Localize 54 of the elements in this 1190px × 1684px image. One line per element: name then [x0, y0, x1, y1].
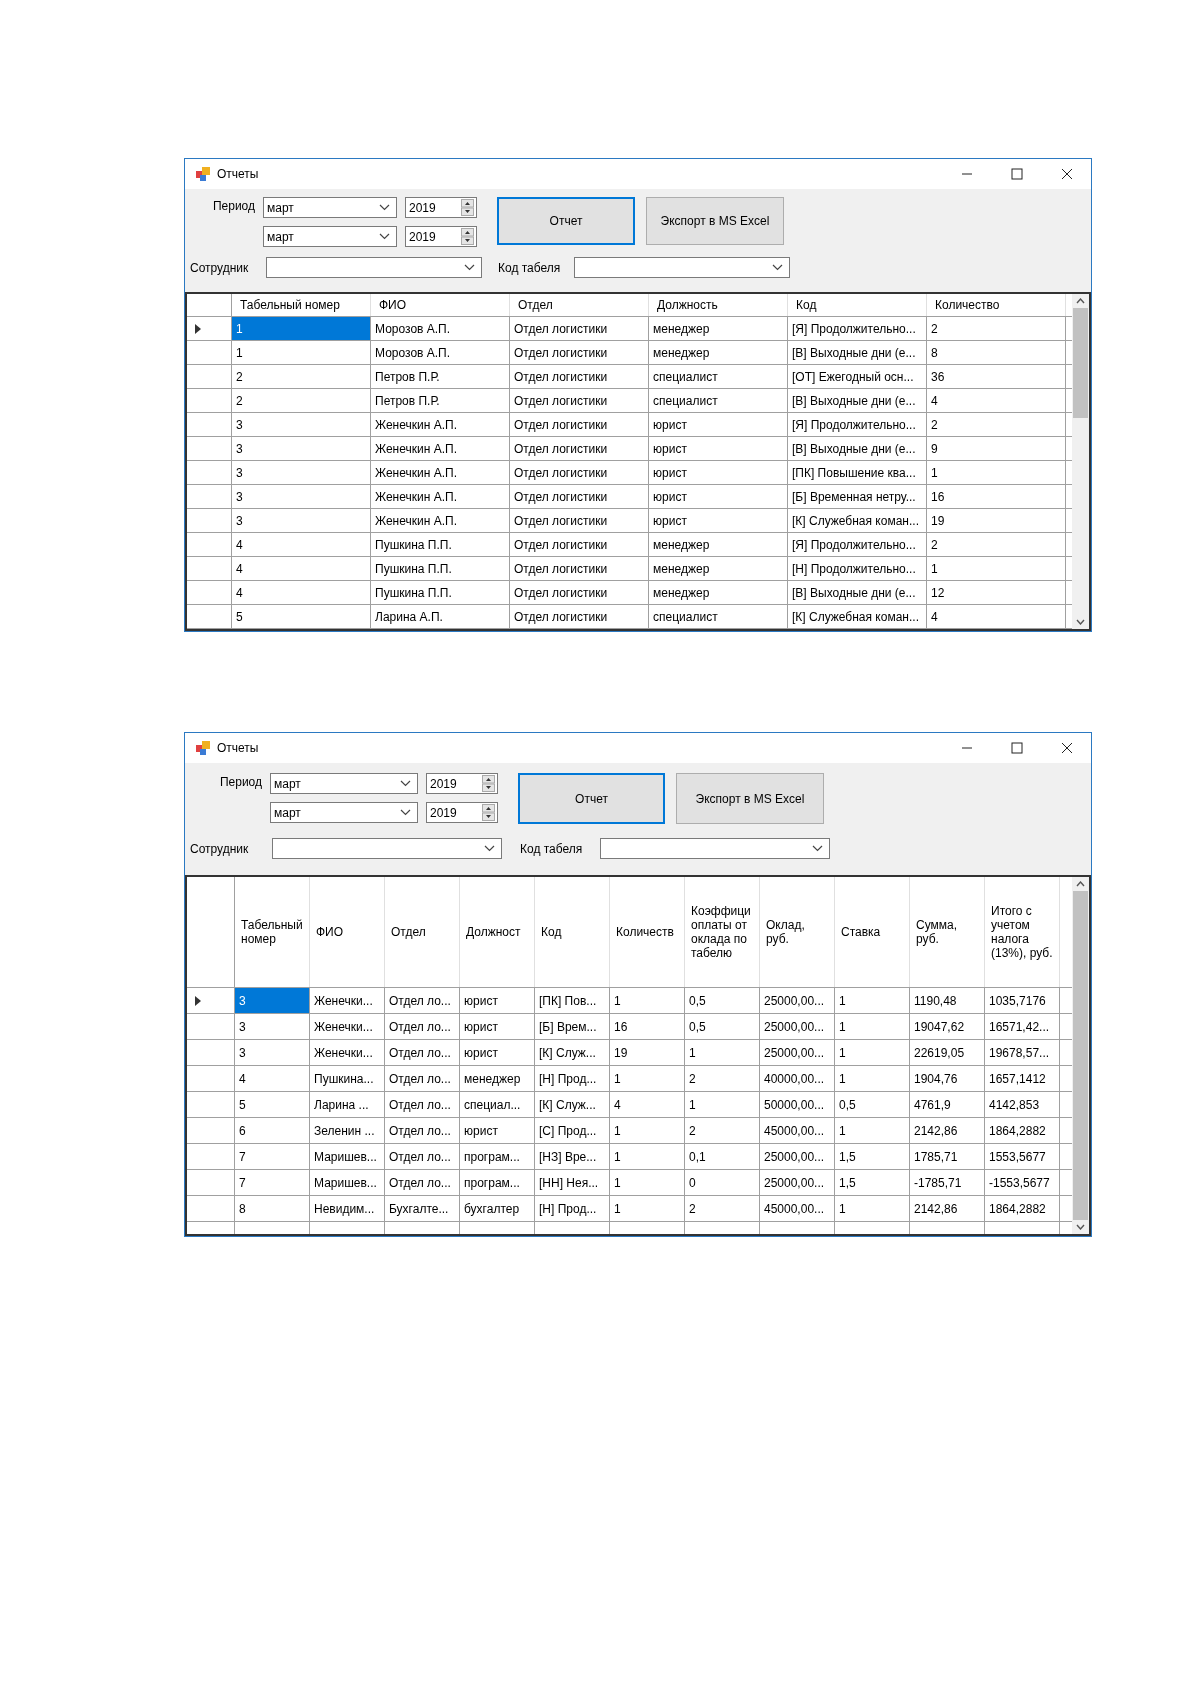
app-icon: [195, 740, 211, 756]
scroll-thumb[interactable]: [1073, 308, 1088, 418]
export-button[interactable]: Экспорт в MS Excel: [646, 197, 784, 245]
year-spinner[interactable]: 2019: [405, 197, 477, 218]
period-label: Период: [218, 774, 263, 791]
chevron-down-icon: [772, 264, 783, 271]
chevron-down-icon: [379, 204, 390, 211]
year-spinner[interactable]: 2019: [405, 226, 477, 247]
spinner-arrows-icon[interactable]: [482, 775, 495, 792]
maximize-icon[interactable]: [1011, 742, 1023, 754]
app-icon: [195, 166, 211, 182]
chevron-down-icon: [484, 845, 495, 852]
window-title: Отчеты: [217, 740, 259, 757]
dropdown[interactable]: [266, 257, 482, 278]
chevron-down-icon: [464, 264, 475, 271]
dropdown[interactable]: [574, 257, 790, 278]
dropdown[interactable]: март: [263, 197, 397, 218]
period-label: Период: [211, 198, 256, 215]
close-icon[interactable]: [1061, 168, 1073, 180]
scrollbar[interactable]: [1072, 877, 1089, 1234]
spinner-arrows-icon[interactable]: [482, 804, 495, 821]
scroll-up-icon[interactable]: [1076, 298, 1085, 304]
window-title: Отчеты: [217, 166, 259, 183]
scroll-up-icon[interactable]: [1076, 881, 1085, 887]
scroll-thumb[interactable]: [1073, 891, 1088, 1220]
year-spinner[interactable]: 2019: [426, 802, 498, 823]
employee-label: Сотрудник: [190, 259, 250, 277]
table-cell: 3: [235, 988, 310, 1013]
year-spinner[interactable]: 2019: [426, 773, 498, 794]
dropdown[interactable]: март: [270, 802, 418, 823]
employee-label: Сотрудник: [190, 840, 250, 858]
scrollbar[interactable]: [1072, 294, 1089, 629]
dropdown[interactable]: [600, 838, 830, 859]
export-button[interactable]: Экспорт в MS Excel: [676, 773, 824, 824]
code-label: Код табеля: [520, 840, 584, 858]
spinner-arrows-icon[interactable]: [461, 199, 474, 216]
close-icon[interactable]: [1061, 742, 1073, 754]
scroll-down-icon[interactable]: [1076, 619, 1085, 625]
chevron-down-icon: [812, 845, 823, 852]
dropdown[interactable]: март: [270, 773, 418, 794]
maximize-icon[interactable]: [1011, 168, 1023, 180]
chevron-down-icon: [379, 233, 390, 240]
spinner-arrows-icon[interactable]: [461, 228, 474, 245]
chevron-down-icon: [400, 809, 411, 816]
scroll-down-icon[interactable]: [1076, 1224, 1085, 1230]
report-button[interactable]: Отчет: [497, 197, 635, 245]
chevron-down-icon: [400, 780, 411, 787]
code-label: Код табеля: [498, 259, 562, 277]
current-row-icon: [195, 323, 201, 334]
report-button[interactable]: Отчет: [518, 773, 665, 824]
table-cell: 1: [232, 317, 371, 340]
dropdown[interactable]: март: [263, 226, 397, 247]
current-row-icon: [195, 995, 201, 1006]
dropdown[interactable]: [272, 838, 502, 859]
